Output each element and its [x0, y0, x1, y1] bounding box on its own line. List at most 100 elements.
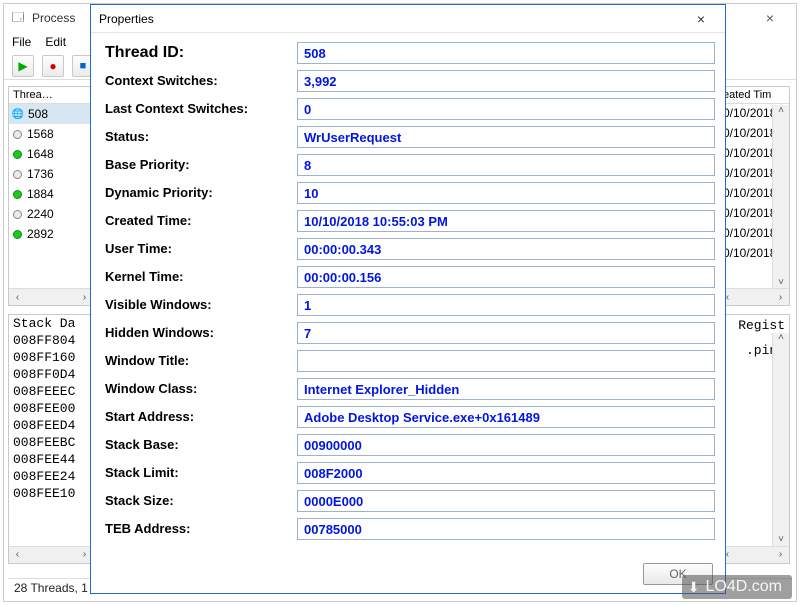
prop-value[interactable]: 508	[297, 42, 715, 64]
prop-label: Context Switches:	[105, 73, 289, 88]
prop-label: Hidden Windows:	[105, 325, 289, 340]
prop-row-window-class: Window Class: Internet Explorer_Hidden	[105, 375, 715, 402]
prop-label: Window Class:	[105, 381, 289, 396]
menu-file[interactable]: File	[12, 35, 31, 49]
detail-hscroll[interactable]: ‹›	[719, 546, 789, 563]
main-close-button[interactable]: ×	[750, 6, 790, 30]
stack-row[interactable]: 008FF804	[9, 332, 93, 349]
prop-value[interactable]: 00785000	[297, 518, 715, 540]
stack-row[interactable]: 008FF0D4	[9, 366, 93, 383]
watermark: ⬇ LO4D.com	[682, 575, 792, 599]
dialog-body: Thread ID:508 Context Switches: 3,992 Las…	[91, 33, 725, 546]
thread-row[interactable]: 🌐508	[9, 104, 93, 124]
dialog-title: Properties	[99, 12, 685, 26]
stack-row[interactable]: 008FEE00	[9, 400, 93, 417]
stack-pane[interactable]: Stack Da 008FF804 008FF160 008FF0D4 008F…	[8, 314, 94, 564]
stack-row[interactable]: 008FEE10	[9, 485, 93, 502]
thread-row[interactable]: 2892	[9, 224, 93, 244]
prop-value[interactable]: 1	[297, 294, 715, 316]
scroll-down-icon[interactable]: ˅	[778, 277, 784, 288]
status-dot-icon	[13, 230, 22, 239]
play-button[interactable]: ▶	[12, 55, 34, 77]
date-list[interactable]: eated Tim 0/10/2018 0/10/2018 0/10/2018 …	[718, 86, 790, 306]
thread-hscroll[interactable]: ‹›	[9, 288, 93, 305]
stack-header: Stack Da	[9, 315, 93, 332]
prop-value[interactable]	[297, 350, 715, 372]
thread-list-header[interactable]: Threa…	[9, 87, 93, 104]
prop-value[interactable]: 10	[297, 182, 715, 204]
prop-value[interactable]: Internet Explorer_Hidden	[297, 378, 715, 400]
scroll-right-icon[interactable]: ›	[772, 292, 789, 303]
scroll-left-icon[interactable]: ‹	[9, 550, 26, 561]
thread-row[interactable]: 1648	[9, 144, 93, 164]
prop-row-thread-id: Thread ID:508	[105, 39, 715, 66]
stack-row[interactable]: 008FEEEC	[9, 383, 93, 400]
prop-row-visible-windows: Visible Windows:1	[105, 291, 715, 318]
dialog-close-button[interactable]: ×	[685, 11, 717, 27]
scroll-down-icon[interactable]: ˅	[778, 535, 784, 546]
status-dot-icon	[13, 210, 22, 219]
record-icon: ●	[49, 59, 56, 73]
detail-vscroll[interactable]: ˄˅	[772, 333, 789, 546]
record-button[interactable]: ●	[42, 55, 64, 77]
prop-value[interactable]: 00:00:00.156	[297, 266, 715, 288]
prop-label: Stack Limit:	[105, 465, 289, 480]
play-icon: ▶	[18, 59, 27, 73]
prop-label: Stack Base:	[105, 437, 289, 452]
stack-row[interactable]: 008FEEBC	[9, 434, 93, 451]
prop-value[interactable]: 008F2000	[297, 462, 715, 484]
prop-label: Start Address:	[105, 409, 289, 424]
status-dot-icon	[13, 130, 22, 139]
prop-row-kernel-time: Kernel Time:00:00:00.156	[105, 263, 715, 290]
prop-value[interactable]: 0	[297, 98, 715, 120]
scroll-up-icon[interactable]: ˄	[778, 105, 784, 116]
prop-label: Window Title:	[105, 353, 289, 368]
prop-row-stack-base: Stack Base: 00900000	[105, 431, 715, 458]
date-list-header[interactable]: eated Tim	[719, 87, 789, 104]
prop-label: Dynamic Priority:	[105, 185, 289, 200]
prop-row-created-time: Created Time: 10/10/2018 10:55:03 PM	[105, 207, 715, 234]
detail-pane[interactable]: Regist .ping ˄˅ ‹›	[718, 314, 790, 564]
prop-value[interactable]: 00900000	[297, 434, 715, 456]
thread-row[interactable]: 1736	[9, 164, 93, 184]
app-icon: 🗔	[10, 10, 26, 26]
stack-row[interactable]: 008FEED4	[9, 417, 93, 434]
stack-row[interactable]: 008FEE44	[9, 451, 93, 468]
stack-row[interactable]: 008FEE24	[9, 468, 93, 485]
prop-label: Created Time:	[105, 213, 289, 228]
prop-row-context-switches: Context Switches: 3,992	[105, 67, 715, 94]
detail-row: Regist	[719, 317, 789, 334]
prop-value[interactable]: 3,992	[297, 70, 715, 92]
thread-row[interactable]: 1568	[9, 124, 93, 144]
menu-edit[interactable]: Edit	[45, 35, 66, 49]
stack-row[interactable]: 008FF160	[9, 349, 93, 366]
thread-id: 1736	[27, 167, 54, 181]
date-vscroll[interactable]: ˄˅	[772, 105, 789, 288]
prop-value[interactable]: 0000E000	[297, 490, 715, 512]
stack-hscroll[interactable]: ‹›	[9, 546, 93, 563]
thread-row[interactable]: 1884	[9, 184, 93, 204]
thread-rows: 🌐508 1568 1648 1736 1884 2240 2892	[9, 104, 93, 244]
prop-value[interactable]: 10/10/2018 10:55:03 PM	[297, 210, 715, 232]
prop-value[interactable]: Adobe Desktop Service.exe+0x161489	[297, 406, 715, 428]
thread-col-header: Threa…	[13, 89, 89, 101]
prop-row-last-context-switches: Last Context Switches:0	[105, 95, 715, 122]
prop-value[interactable]: 7	[297, 322, 715, 344]
prop-value[interactable]: 8	[297, 154, 715, 176]
scroll-right-icon[interactable]: ›	[772, 550, 789, 561]
scroll-up-icon[interactable]: ˄	[778, 333, 784, 344]
prop-value[interactable]: WrUserRequest	[297, 126, 715, 148]
prop-label: Base Priority:	[105, 157, 289, 172]
date-col-header: eated Tim	[723, 89, 785, 101]
dialog-titlebar[interactable]: Properties ×	[91, 5, 725, 33]
thread-id: 2240	[27, 207, 54, 221]
status-dot-icon	[13, 170, 22, 179]
prop-value[interactable]: 00:00:00.343	[297, 238, 715, 260]
prop-row-dynamic-priority: Dynamic Priority: 10	[105, 179, 715, 206]
scroll-left-icon[interactable]: ‹	[9, 292, 26, 303]
prop-row-start-address: Start Address: Adobe Desktop Service.exe+…	[105, 403, 715, 430]
date-hscroll[interactable]: ‹›	[719, 288, 789, 305]
thread-row[interactable]: 2240	[9, 204, 93, 224]
thread-id: 1884	[27, 187, 54, 201]
thread-list[interactable]: Threa… 🌐508 1568 1648 1736 1884 2240 289…	[8, 86, 94, 306]
